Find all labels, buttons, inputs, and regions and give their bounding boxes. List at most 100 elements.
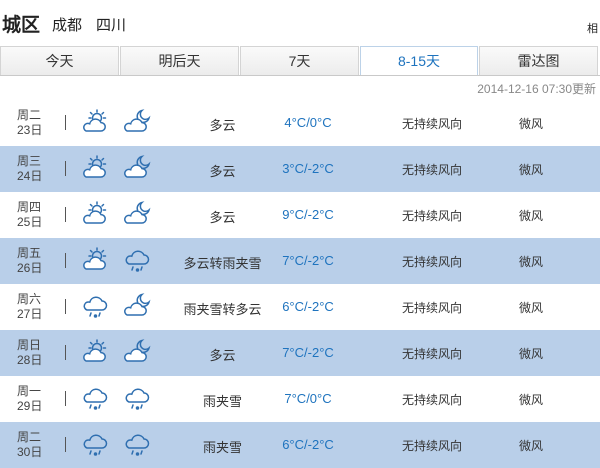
city-name[interactable]: 成都 <box>52 14 82 35</box>
wind-direction: 无持续风向 <box>401 347 462 361</box>
sleet-icon <box>122 429 152 459</box>
partly-cloudy-moon-icon <box>122 153 152 183</box>
weekday-label: 周二 <box>17 108 42 122</box>
row-separator <box>65 253 66 268</box>
date-label: 23日 <box>17 123 43 137</box>
forecast-row: 周日 28日 多云 7°C/-2°C 无持续风向 微风 <box>0 330 600 376</box>
weather-description: 多云 <box>209 118 236 133</box>
update-time: 2014-12-16 07:30更新 <box>477 82 596 96</box>
wind-force: 微风 <box>518 255 543 269</box>
forecast-tabs: 今天 明后天 7天 8-15天 雷达图 <box>0 46 600 76</box>
row-separator <box>65 437 66 452</box>
temperature-range: 9°C/-2°C <box>282 207 334 222</box>
weekday-label: 周四 <box>17 200 42 214</box>
temperature-range: 3°C/-2°C <box>282 161 334 176</box>
district-name: 城区 <box>2 15 41 36</box>
wind-direction: 无持续风向 <box>401 393 462 407</box>
row-separator <box>65 161 66 176</box>
partly-cloudy-moon-icon <box>122 199 152 229</box>
forecast-row: 周六 27日 雨夹雪转多云 6°C/-2°C 无持续风向 微风 <box>0 284 600 330</box>
weather-description: 雨夹雪 <box>202 440 242 455</box>
temperature-range: 7°C/-2°C <box>282 345 334 360</box>
date-label: 26日 <box>17 261 43 275</box>
date-label: 30日 <box>17 445 43 459</box>
wind-force: 微风 <box>518 439 543 453</box>
wind-force: 微风 <box>518 393 543 407</box>
weekday-label: 周六 <box>17 292 42 306</box>
date-label: 24日 <box>17 169 43 183</box>
tab-divider <box>0 75 600 76</box>
forecast-day: 周二 30日 <box>17 430 45 460</box>
partly-cloudy-sun-icon <box>80 245 110 275</box>
weather-description: 雨夹雪转多云 <box>183 302 262 317</box>
tab-8-15-days[interactable]: 8-15天 <box>360 46 478 76</box>
row-separator <box>65 299 66 314</box>
related-link[interactable]: 相 <box>587 20 598 36</box>
weather-description: 多云 <box>209 164 236 179</box>
forecast-row: 周五 26日 多云转雨夹雪 7°C/-2°C 无持续风向 微风 <box>0 238 600 284</box>
weekday-label: 周日 <box>17 338 42 352</box>
forecast-list: 周二 23日 多云 4°C/0°C 无持续风向 微风 周三 24日 多云 3°C/-2°C 无持续风… <box>0 100 600 468</box>
row-separator <box>65 115 66 130</box>
forecast-day: 周日 28日 <box>17 338 45 368</box>
forecast-day: 周三 24日 <box>17 154 45 184</box>
temperature-range: 6°C/-2°C <box>282 299 334 314</box>
row-separator <box>65 207 66 222</box>
temperature-range: 7°C/-2°C <box>282 253 334 268</box>
partly-cloudy-sun-icon <box>80 107 110 137</box>
wind-direction: 无持续风向 <box>401 163 462 177</box>
wind-force: 微风 <box>518 301 543 315</box>
tab-today[interactable]: 今天 <box>0 46 119 76</box>
forecast-day: 周一 29日 <box>17 384 45 414</box>
wind-force: 微风 <box>518 163 543 177</box>
temperature-range: 6°C/-2°C <box>282 437 334 452</box>
sleet-icon <box>122 245 152 275</box>
location-header: 城区 成都 四川 相 <box>0 0 600 44</box>
forecast-day: 周五 26日 <box>17 246 45 276</box>
partly-cloudy-moon-icon <box>122 291 152 321</box>
tab-next-two-days[interactable]: 明后天 <box>120 46 239 76</box>
partly-cloudy-moon-icon <box>122 337 152 367</box>
wind-direction: 无持续风向 <box>401 117 462 131</box>
wind-direction: 无持续风向 <box>401 439 462 453</box>
forecast-day: 周六 27日 <box>17 292 45 322</box>
partly-cloudy-sun-icon <box>80 337 110 367</box>
forecast-row: 周一 29日 雨夹雪 7°C/0°C 无持续风向 微风 <box>0 376 600 422</box>
weekday-label: 周三 <box>17 154 42 168</box>
row-separator <box>65 391 66 406</box>
wind-direction: 无持续风向 <box>401 255 462 269</box>
date-label: 28日 <box>17 353 43 367</box>
sleet-icon <box>122 383 152 413</box>
weather-description: 雨夹雪 <box>202 394 242 409</box>
forecast-day: 周二 23日 <box>17 108 45 138</box>
forecast-row: 周四 25日 多云 9°C/-2°C 无持续风向 微风 <box>0 192 600 238</box>
wind-direction: 无持续风向 <box>401 209 462 223</box>
weather-description: 多云转雨夹雪 <box>183 256 262 271</box>
wind-force: 微风 <box>518 209 543 223</box>
forecast-row: 周三 24日 多云 3°C/-2°C 无持续风向 微风 <box>0 146 600 192</box>
weekday-label: 周五 <box>17 246 42 260</box>
weekday-label: 周二 <box>17 430 42 444</box>
forecast-day: 周四 25日 <box>17 200 45 230</box>
partly-cloudy-moon-icon <box>122 107 152 137</box>
wind-force: 微风 <box>518 347 543 361</box>
date-label: 25日 <box>17 215 43 229</box>
partly-cloudy-sun-icon <box>80 199 110 229</box>
sleet-icon <box>80 383 110 413</box>
row-separator <box>65 345 66 360</box>
weather-description: 多云 <box>209 210 236 225</box>
date-label: 29日 <box>17 399 43 413</box>
forecast-row: 周二 30日 雨夹雪 6°C/-2°C 无持续风向 微风 <box>0 422 600 468</box>
weekday-label: 周一 <box>17 384 42 398</box>
date-label: 27日 <box>17 307 43 321</box>
weather-description: 多云 <box>209 348 236 363</box>
wind-force: 微风 <box>518 117 543 131</box>
sleet-icon <box>80 291 110 321</box>
province-name[interactable]: 四川 <box>96 14 126 35</box>
temperature-range: 4°C/0°C <box>284 115 332 130</box>
temperature-range: 7°C/0°C <box>284 391 332 406</box>
partly-cloudy-sun-icon <box>80 153 110 183</box>
sleet-icon <box>80 429 110 459</box>
tab-7-days[interactable]: 7天 <box>240 46 359 76</box>
tab-radar[interactable]: 雷达图 <box>479 46 598 76</box>
